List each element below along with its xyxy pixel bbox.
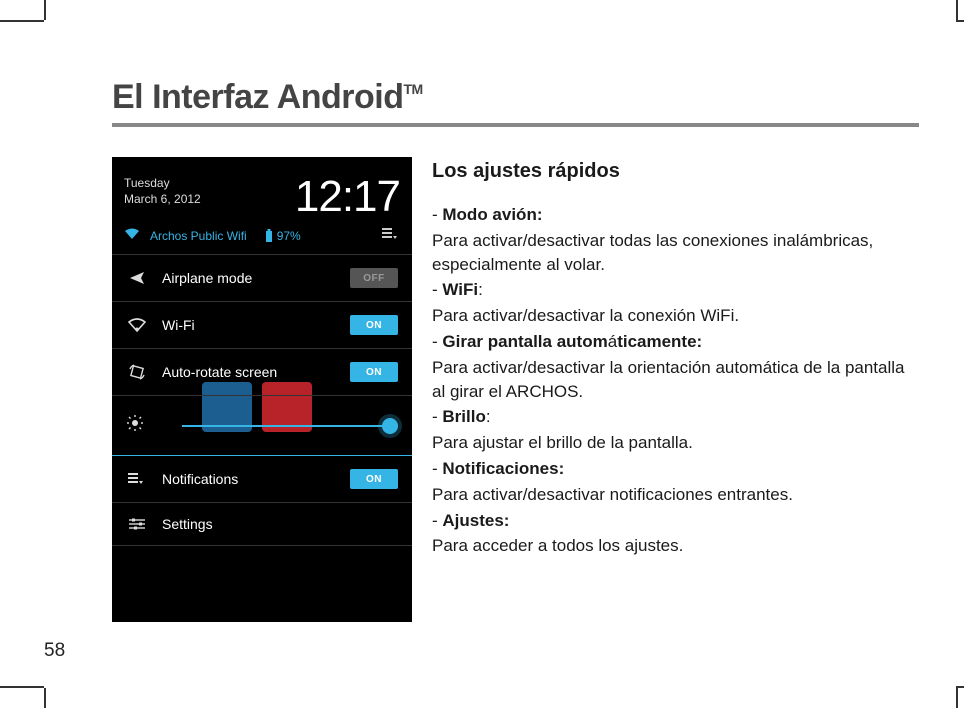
- row-label: Airplane mode: [162, 270, 350, 286]
- row-airplane-mode[interactable]: Airplane mode OFF: [112, 255, 412, 302]
- android-screenshot: Tuesday March 6, 2012 12:17 Archos Publi…: [112, 157, 412, 622]
- slider-thumb[interactable]: [382, 418, 398, 434]
- row-autorotate[interactable]: Auto-rotate screen ON: [112, 349, 412, 396]
- row-settings[interactable]: Settings: [112, 503, 412, 546]
- wifi-name: Archos Public Wifi: [150, 229, 247, 243]
- wifi-icon: [126, 318, 148, 332]
- title-text: El Interfaz Android: [112, 78, 403, 116]
- brightness-slider[interactable]: [182, 425, 398, 427]
- description-text: Los ajustes rápidos - Modo avión: Para a…: [432, 157, 919, 622]
- row-wifi[interactable]: Wi-Fi ON: [112, 302, 412, 349]
- row-label: Settings: [162, 516, 398, 532]
- airplane-icon: [126, 269, 148, 287]
- notifications-icon: [126, 472, 148, 486]
- toggle-notifications[interactable]: ON: [350, 469, 398, 489]
- row-label: Notifications: [162, 471, 350, 487]
- settings-sliders-icon: [126, 517, 148, 531]
- battery-icon: [265, 229, 273, 243]
- wifi-icon: [124, 228, 140, 243]
- battery-percent: 97%: [277, 229, 301, 243]
- date: March 6, 2012: [124, 191, 201, 207]
- battery-status: 97%: [265, 229, 301, 243]
- row-label: Auto-rotate screen: [162, 364, 350, 380]
- quick-settings-icon[interactable]: [382, 227, 400, 244]
- toggle-wifi[interactable]: ON: [350, 315, 398, 335]
- trademark: TM: [403, 81, 422, 97]
- toggle-autorotate[interactable]: ON: [350, 362, 398, 382]
- page-number: 58: [44, 640, 65, 662]
- title-rule: [112, 123, 919, 127]
- date-block: Tuesday March 6, 2012: [124, 175, 201, 207]
- clock: 12:17: [295, 175, 400, 219]
- toggle-airplane[interactable]: OFF: [350, 268, 398, 288]
- row-notifications[interactable]: Notifications ON: [112, 456, 412, 503]
- autorotate-icon: [126, 363, 148, 381]
- page-content: El Interfaz AndroidTM Tuesday March 6, 2…: [112, 78, 919, 622]
- row-label: Wi-Fi: [162, 317, 350, 333]
- status-bar: Archos Public Wifi 97%: [112, 227, 412, 254]
- weekday: Tuesday: [124, 175, 201, 191]
- brightness-icon: [126, 414, 148, 437]
- status-header: Tuesday March 6, 2012 12:17: [112, 157, 412, 227]
- section-subtitle: Los ajustes rápidos: [432, 157, 919, 185]
- page-title: El Interfaz AndroidTM: [112, 78, 919, 117]
